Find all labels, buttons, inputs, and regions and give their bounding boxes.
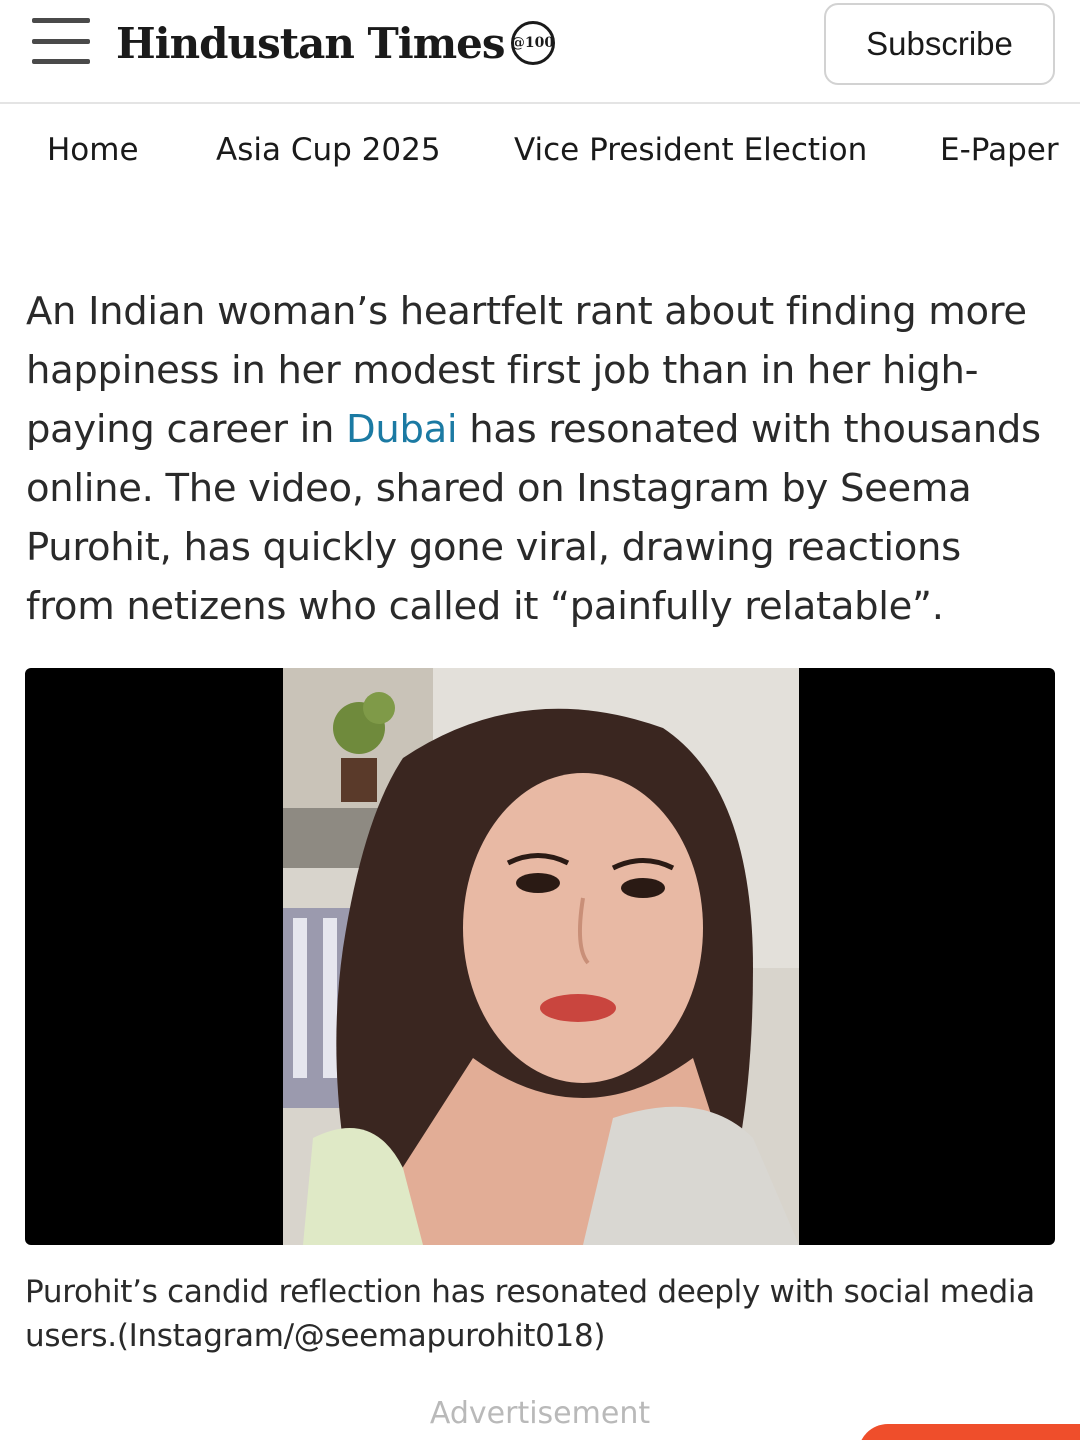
page: Hindustan Times @100 Subscribe Home Asia… (0, 0, 1080, 1440)
centenary-badge-icon: @100 (510, 21, 555, 65)
video-frame (283, 668, 799, 1245)
primary-nav: Home Asia Cup 2025 Vice President Electi… (0, 104, 1080, 200)
nav-item-vp-election[interactable]: Vice President Election (514, 132, 867, 168)
video-player[interactable] (25, 668, 1055, 1245)
floating-action-button[interactable] (858, 1424, 1080, 1440)
hamburger-menu-icon[interactable] (32, 18, 90, 64)
subscribe-button[interactable]: Subscribe (824, 3, 1055, 85)
nav-item-asia-cup[interactable]: Asia Cup 2025 (216, 132, 441, 168)
article-intro: An Indian woman’s heartfelt rant about f… (26, 282, 1056, 636)
site-header: Hindustan Times @100 Subscribe (0, 0, 1080, 104)
logo-text: Hindustan Times (116, 18, 506, 68)
dubai-link[interactable]: Dubai (346, 407, 458, 452)
nav-item-epaper[interactable]: E-Paper (940, 132, 1059, 168)
site-logo[interactable]: Hindustan Times @100 (116, 10, 555, 76)
video-still-image (283, 668, 799, 1245)
image-caption: Purohit’s candid reflection has resonate… (25, 1274, 1035, 1354)
nav-item-home[interactable]: Home (47, 132, 139, 168)
